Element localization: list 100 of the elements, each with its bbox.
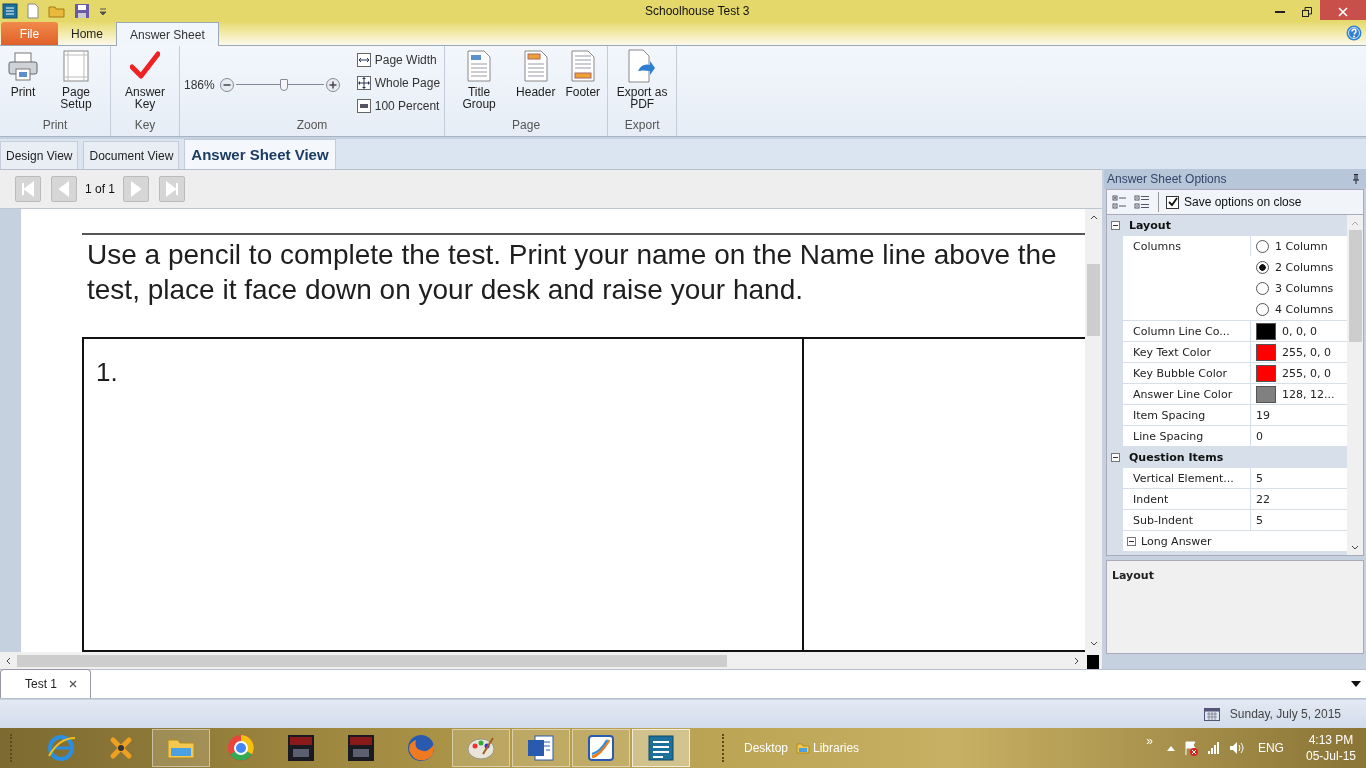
close-icon	[1338, 7, 1348, 17]
property-value[interactable]: 0, 0, 0	[1282, 324, 1317, 338]
whole-page-icon	[356, 76, 371, 90]
ribbon-button[interactable]: Footer	[562, 49, 604, 98]
pin-icon	[1352, 174, 1360, 184]
radio-option[interactable]: 2 Columns	[1256, 257, 1334, 278]
radio-option[interactable]: 1 Column	[1256, 236, 1328, 257]
language-indicator[interactable]: ENG	[1257, 741, 1284, 755]
property-value[interactable]: 128, 12...	[1282, 387, 1335, 401]
expander-button[interactable]	[1111, 453, 1120, 462]
expander-button[interactable]	[1111, 221, 1120, 230]
save-icon	[74, 3, 90, 19]
scroll-thumb[interactable]	[17, 654, 727, 667]
hundred-percent-icon	[356, 99, 371, 113]
categorized-icon	[1112, 194, 1128, 210]
group-label: Page	[511, 118, 542, 134]
folder-icon	[796, 742, 811, 754]
alphabetical-button[interactable]	[1133, 193, 1151, 211]
page-counter: 1 of 1	[85, 182, 116, 196]
taskbar-button[interactable]	[512, 729, 570, 767]
property-value[interactable]: 255, 0, 0	[1282, 345, 1331, 359]
collapse-icon	[1111, 453, 1120, 462]
dropdown-icon	[98, 6, 108, 16]
property-value[interactable]: 0	[1256, 429, 1263, 443]
scroll-up-icon	[1351, 220, 1359, 226]
category-title: Layout	[1129, 219, 1171, 232]
scroll-up-icon	[1089, 214, 1098, 220]
pin-button[interactable]	[1350, 172, 1362, 186]
document-icon	[570, 50, 595, 82]
ribbon-button[interactable]: Answer Key	[115, 49, 175, 110]
taskbar-button[interactable]	[572, 729, 630, 767]
game-cover-icon	[345, 732, 377, 764]
printer-icon	[7, 51, 39, 81]
view-tab[interactable]: Answer Sheet View	[184, 139, 336, 169]
plus-icon	[325, 78, 340, 92]
ribbon-button[interactable]: Whole Page	[356, 74, 441, 92]
view-tab[interactable]: Document View	[83, 141, 180, 169]
property-value[interactable]: 19	[1256, 408, 1270, 422]
new-file-icon	[26, 3, 40, 19]
globe-icon	[45, 732, 77, 764]
tray-arrow-icon	[1166, 745, 1175, 751]
slider-thumb[interactable]	[280, 79, 289, 91]
signal-icon	[1206, 741, 1221, 755]
categorized-button[interactable]	[1111, 193, 1129, 211]
property-value[interactable]: 22	[1256, 492, 1270, 506]
property-name: Vertical Element...	[1123, 468, 1251, 488]
property-name: Sub-Indent	[1123, 510, 1251, 530]
property-name: Key Text Color	[1123, 342, 1251, 362]
group-label: Key	[133, 118, 157, 134]
list-icon	[1134, 194, 1150, 210]
dropdown-icon	[1351, 681, 1361, 687]
taskbar-button[interactable]	[452, 729, 510, 767]
ribbon-button[interactable]: Title Group	[449, 49, 510, 110]
property-value[interactable]: 5	[1256, 471, 1263, 485]
ribbon-tab[interactable]: Answer Sheet	[116, 22, 219, 46]
property-name: Line Spacing	[1123, 426, 1251, 446]
document-tab[interactable]: Test 1	[0, 669, 91, 698]
open-folder-icon	[48, 3, 66, 19]
scroll-thumb[interactable]	[1348, 230, 1362, 342]
ribbon-button[interactable]: Page Setup	[46, 49, 106, 110]
zoom-in-button[interactable]	[324, 77, 341, 93]
document-arrow-icon	[628, 49, 657, 83]
property-name: Columns	[1123, 236, 1251, 256]
property-name: Item Spacing	[1123, 405, 1251, 425]
vertical-scrollbar[interactable]	[1347, 215, 1363, 555]
vertical-scrollbar[interactable]	[1085, 209, 1102, 652]
expander-button[interactable]	[1127, 536, 1136, 546]
document-icon	[525, 732, 557, 764]
app-icon	[2, 3, 18, 19]
ribbon-button[interactable]: Export as PDF	[612, 49, 673, 110]
view-tab[interactable]: Design View	[0, 141, 79, 169]
ribbon-button[interactable]: Print	[4, 49, 42, 98]
taskbar-button[interactable]	[632, 729, 690, 767]
minus-icon	[219, 78, 234, 92]
help-icon	[1346, 25, 1362, 41]
window-title: Schoolhouse Test 3	[644, 4, 751, 18]
close-icon	[69, 680, 77, 688]
zoom-out-button[interactable]	[218, 77, 235, 93]
ribbon-button[interactable]: Page Width	[356, 51, 441, 69]
ribbon-button[interactable]: 100 Percent	[356, 97, 441, 115]
document-icon	[467, 50, 492, 82]
restore-icon	[1301, 7, 1312, 17]
question-number: 1.	[96, 357, 119, 388]
scroll-left-icon	[5, 656, 11, 665]
property-value[interactable]: 255, 0, 0	[1282, 366, 1331, 380]
horizontal-scrollbar[interactable]	[0, 652, 1085, 669]
game-cover-icon	[285, 732, 317, 764]
radio-option[interactable]: 4 Columns	[1256, 299, 1334, 320]
property-value[interactable]: 5	[1256, 513, 1263, 527]
circle-icon	[405, 732, 437, 764]
status-date: Sunday, July 5, 2015	[1229, 707, 1341, 721]
ribbon-button[interactable]: Header	[513, 49, 559, 98]
page-width-icon	[356, 53, 371, 67]
subcategory-title: Long Answer	[1141, 534, 1212, 548]
scroll-thumb[interactable]	[1087, 264, 1100, 336]
minimize-icon	[1274, 11, 1285, 13]
radio-option[interactable]: 3 Columns	[1256, 278, 1334, 299]
clock[interactable]: 4:13 PM 05-Jul-15	[1305, 732, 1356, 764]
collapse-icon	[1111, 221, 1120, 230]
ribbon-tab[interactable]: Home	[58, 22, 116, 45]
